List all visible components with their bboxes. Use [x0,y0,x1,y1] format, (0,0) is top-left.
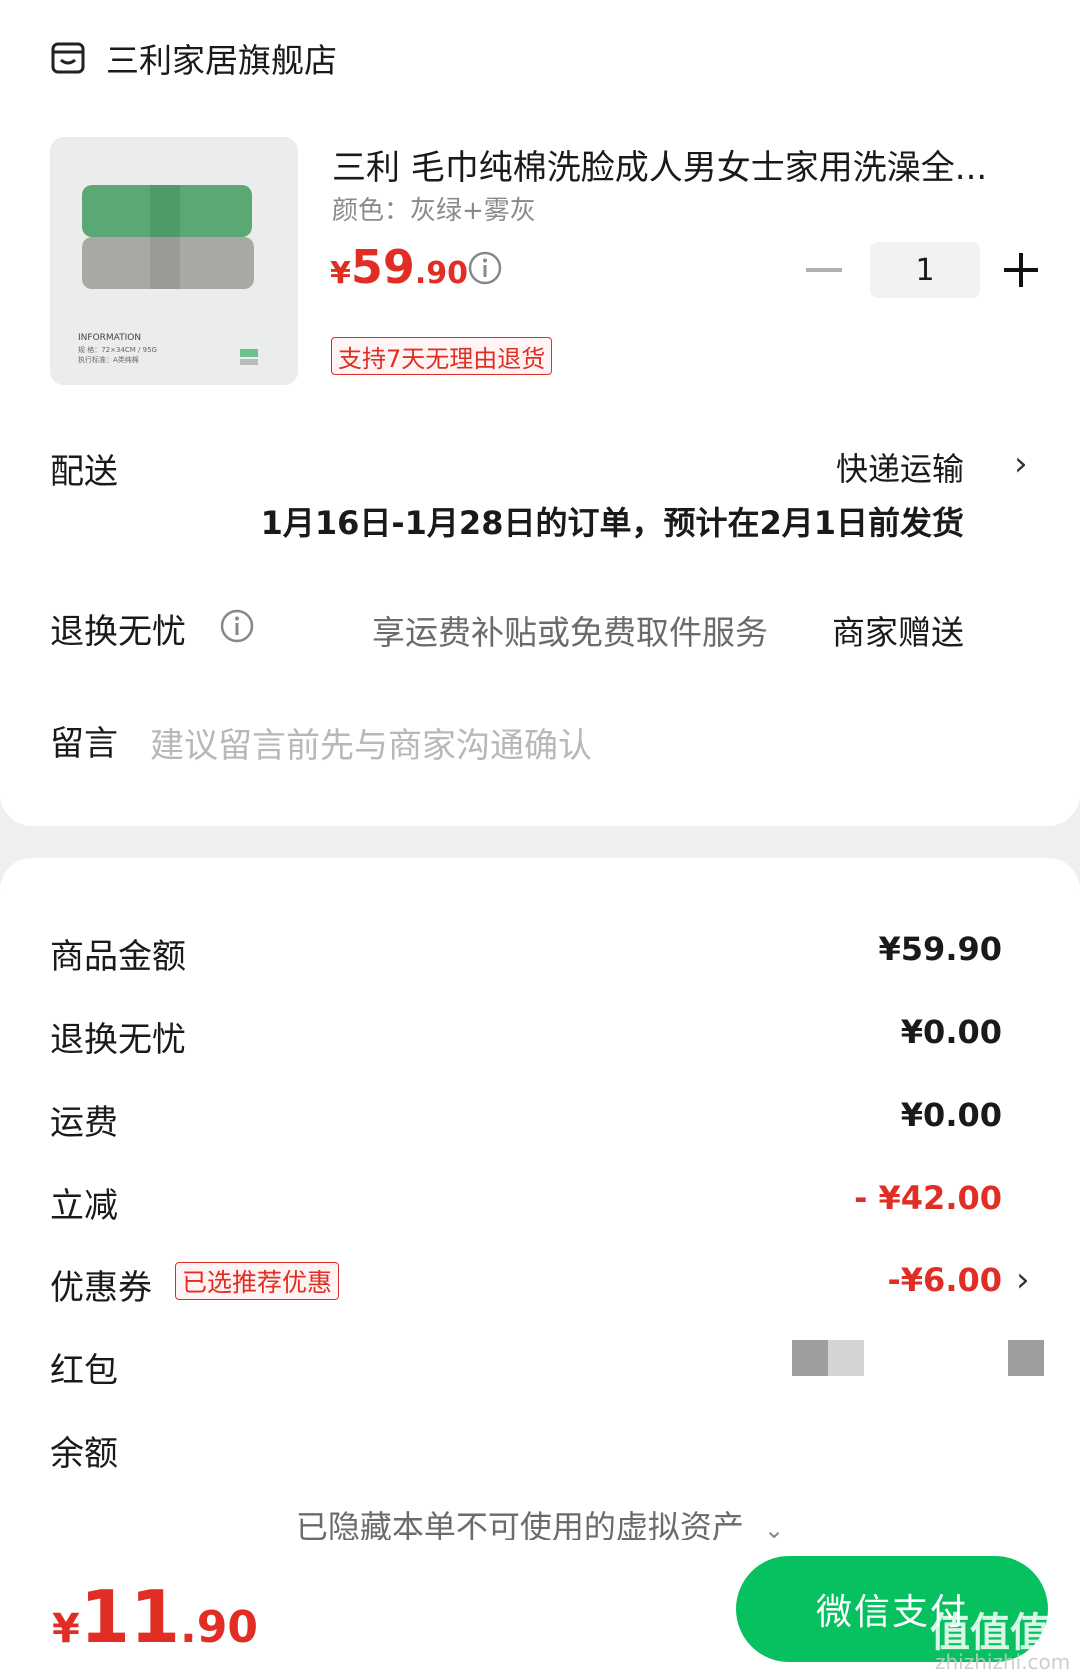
message-label: 留言 [50,724,118,764]
store-header[interactable]: 三利家居旗舰店 [50,36,337,80]
delivery-method[interactable]: 快递运输 [836,444,964,490]
product-thumbnail[interactable]: INFORMATION 规 格：72×34CM / 95G 执行标准：A类纯棉 [50,137,298,385]
service-value: 商家赠送 [832,613,964,652]
summary-label-service: 退换无忧 [50,1020,186,1060]
summary-label-balance[interactable]: 余额 [50,1426,118,1475]
price-integer: 59 [350,240,415,294]
watermark-url: zhizhizhi.com [935,1650,1071,1674]
message-input[interactable]: 建议留言前先与商家沟通确认 [150,718,592,767]
order-item-card [0,0,1080,826]
service-description: 享运费补贴或免费取件服务 [372,613,768,652]
product-price: ¥ 59 .90 [330,240,468,294]
summary-amount-shipping: ¥0.00 [900,1096,1002,1134]
redpacket-blurred-value [792,1340,828,1376]
total-price: ¥ 11 .90 [52,1575,258,1659]
summary-amount-discount: - ¥42.00 [854,1179,1002,1217]
redpacket-blurred-value-2 [828,1340,864,1376]
coupon-chevron-icon[interactable]: › [1016,1260,1030,1300]
service-info-icon[interactable] [220,609,254,643]
store-name: 三利家居旗舰店 [106,41,337,80]
delivery-chevron-icon[interactable]: › [1014,444,1028,484]
shipping-estimate: 1月16日-1月28日的订单，预计在2月1日前发货 [260,504,964,542]
summary-amount-goods: ¥59.90 [878,930,1002,968]
price-decimal: .90 [414,256,469,291]
summary-label-goods: 商品金额 [50,937,186,977]
summary-amount-service: ¥0.00 [900,1013,1002,1051]
summary-label-coupon[interactable]: 优惠券 [50,1260,152,1309]
price-info-icon[interactable] [468,251,502,285]
product-title[interactable]: 三利 毛巾纯棉洗脸成人男女士家用洗澡全... [332,140,1022,189]
thumb-spec: 规 格：72×34CM / 95G [78,346,157,354]
thumb-std: 执行标准：A类纯棉 [78,356,139,364]
quantity-value[interactable]: 1 [870,242,980,298]
service-label: 退换无忧 [50,612,186,652]
thumb-info-label: INFORMATION [78,333,142,343]
quantity-decrease-button[interactable] [806,268,842,272]
total-integer: 11 [79,1575,181,1659]
price-currency: ¥ [330,256,351,291]
redpacket-toggle[interactable] [1008,1340,1044,1376]
quantity-increase-button[interactable] [1004,253,1038,287]
delivery-label: 配送 [50,452,118,492]
total-decimal: .90 [180,1602,258,1653]
summary-label-discount: 立减 [50,1186,118,1226]
summary-label-shipping: 运费 [50,1103,118,1143]
coupon-tag: 已选推荐优惠 [175,1262,340,1300]
summary-label-redpacket[interactable]: 红包 [50,1343,118,1392]
product-color[interactable]: 颜色：灰绿+雾灰 [332,190,536,227]
total-currency: ¥ [52,1606,80,1652]
summary-amount-coupon[interactable]: -¥6.00 [888,1261,1003,1299]
return-policy-tag: 支持7天无理由退货 [331,337,553,375]
store-icon [51,42,85,74]
quantity-stepper: 1 [806,242,1038,298]
